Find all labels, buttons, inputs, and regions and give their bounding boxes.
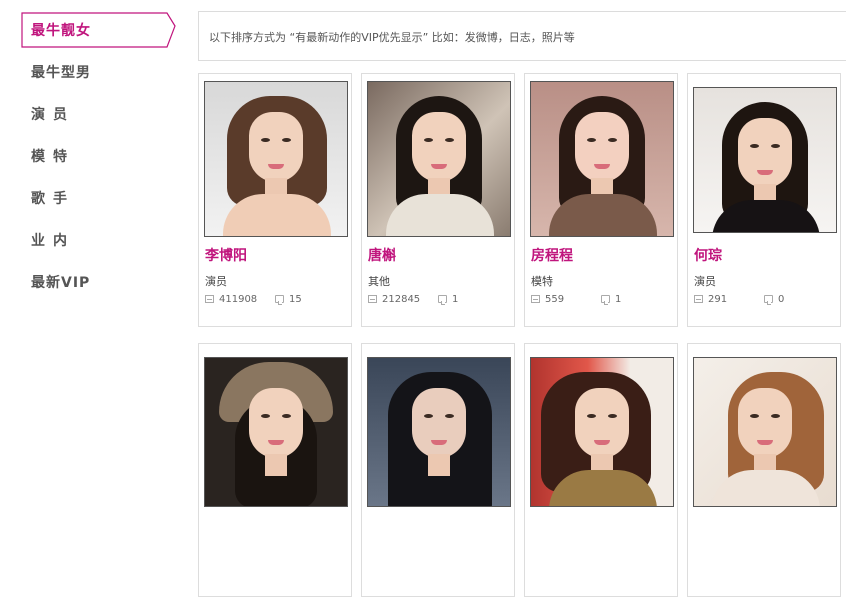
profile-name[interactable]: 唐槲 (368, 245, 396, 265)
profile-photo[interactable] (530, 81, 674, 237)
view-count: 212845 (368, 294, 420, 305)
comment-count: 15 (275, 294, 302, 305)
profile-card (687, 343, 841, 597)
profile-photo[interactable] (530, 357, 674, 507)
sidebar-item-active[interactable]: 最牛靓女 (21, 12, 176, 48)
sidebar-item-singers[interactable]: 歌手 (31, 188, 75, 208)
sidebar-item-new-vip[interactable]: 最新VIP (31, 272, 90, 292)
document-icon (694, 295, 703, 303)
profile-photo[interactable] (204, 81, 348, 237)
profile-card: 李博阳 演员 411908 15 (198, 73, 352, 327)
sidebar-item-label: 最牛靓女 (31, 23, 91, 39)
profile-category: 演员 (694, 275, 716, 288)
sidebar-item-models[interactable]: 模特 (31, 146, 75, 166)
sidebar-item-actors[interactable]: 演员 (31, 104, 75, 124)
sort-info-bar: 以下排序方式为 “有最新动作的VIP优先显示” 比如：发微博，日志，照片等 (198, 11, 846, 61)
profile-name[interactable]: 房程程 (531, 245, 573, 265)
profile-category: 演员 (205, 275, 227, 288)
profile-name[interactable]: 李博阳 (205, 245, 247, 265)
sidebar-item-handsome-men[interactable]: 最牛型男 (31, 62, 91, 82)
sort-info-text: 以下排序方式为 “有最新动作的VIP优先显示” 比如：发微博，日志，照片等 (209, 31, 575, 44)
profile-photo[interactable] (204, 357, 348, 507)
comment-count: 1 (438, 294, 458, 305)
profile-category: 模特 (531, 275, 553, 288)
view-count: 291 (694, 294, 727, 305)
profile-card: 唐槲 其他 212845 1 (361, 73, 515, 327)
document-icon (368, 295, 377, 303)
comment-icon (764, 295, 773, 305)
profile-photo[interactable] (693, 357, 837, 507)
comment-icon (601, 295, 610, 305)
profile-card (198, 343, 352, 597)
profile-card (361, 343, 515, 597)
profile-card: 房程程 模特 559 1 (524, 73, 678, 327)
profile-photo[interactable] (367, 357, 511, 507)
comment-count: 1 (601, 294, 621, 305)
profile-card: 何琮 演员 291 0 (687, 73, 841, 327)
document-icon (205, 295, 214, 303)
comment-count: 0 (764, 294, 784, 305)
comment-icon (275, 295, 284, 305)
profile-category: 其他 (368, 275, 390, 288)
sidebar-item-industry[interactable]: 业内 (31, 230, 75, 250)
profile-photo[interactable] (367, 81, 511, 237)
profile-name[interactable]: 何琮 (694, 245, 722, 265)
view-count: 411908 (205, 294, 257, 305)
profile-photo[interactable] (693, 87, 837, 233)
document-icon (531, 295, 540, 303)
view-count: 559 (531, 294, 564, 305)
comment-icon (438, 295, 447, 305)
profile-card (524, 343, 678, 597)
